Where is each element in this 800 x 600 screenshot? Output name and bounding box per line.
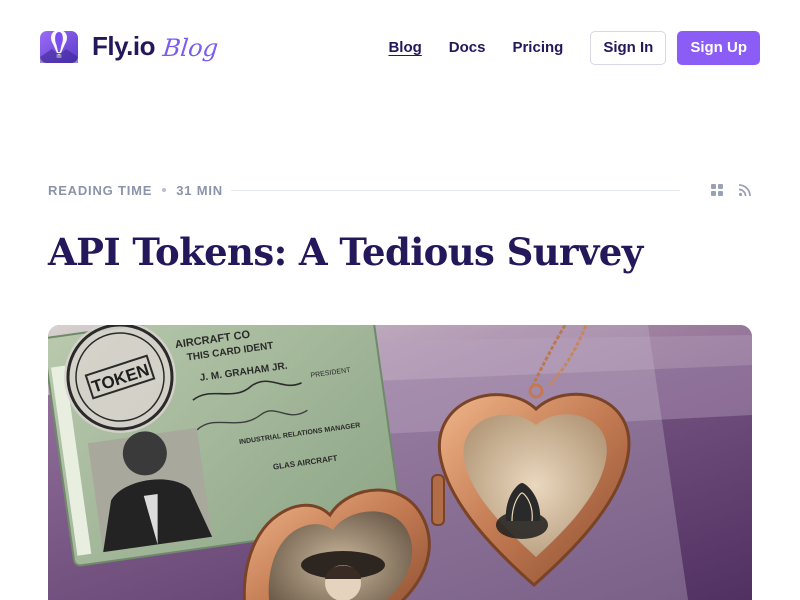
meta-divider-line <box>230 189 680 191</box>
sign-up-button[interactable]: Sign Up <box>677 31 760 65</box>
logo-blog-label: Blog <box>161 34 220 62</box>
article-meta-row: Reading time 31 min <box>48 180 752 200</box>
nav-docs-link[interactable]: Docs <box>449 31 486 65</box>
main-nav: Blog Docs Pricing Sign In Sign Up <box>388 31 760 65</box>
site-logo[interactable]: Fly.io Blog <box>40 29 220 63</box>
sign-in-button[interactable]: Sign In <box>590 31 667 65</box>
grid-icon[interactable] <box>710 183 724 197</box>
hero-illustration: AIRCRAFT CO THIS CARD IDENT J. M. GRAHAM… <box>48 325 752 600</box>
fly-balloon-logo-icon <box>40 30 78 63</box>
token-stamp: TOKEN <box>64 325 176 433</box>
nav-blog-link[interactable]: Blog <box>388 31 421 65</box>
article-title: API Tokens: A Tedious Survey <box>48 230 643 274</box>
meta-separator-dot <box>162 188 167 192</box>
hero-image: AIRCRAFT CO THIS CARD IDENT J. M. GRAHAM… <box>48 325 752 600</box>
reading-time-label: Reading time <box>48 182 153 198</box>
reading-time-value: 31 min <box>176 182 223 198</box>
site-header: Fly.io Blog Blog Docs Pricing Sign In Si… <box>0 0 800 96</box>
rss-icon[interactable] <box>738 183 752 197</box>
logo-wordmark: Fly.io <box>92 31 155 61</box>
nav-pricing-link[interactable]: Pricing <box>512 31 563 65</box>
